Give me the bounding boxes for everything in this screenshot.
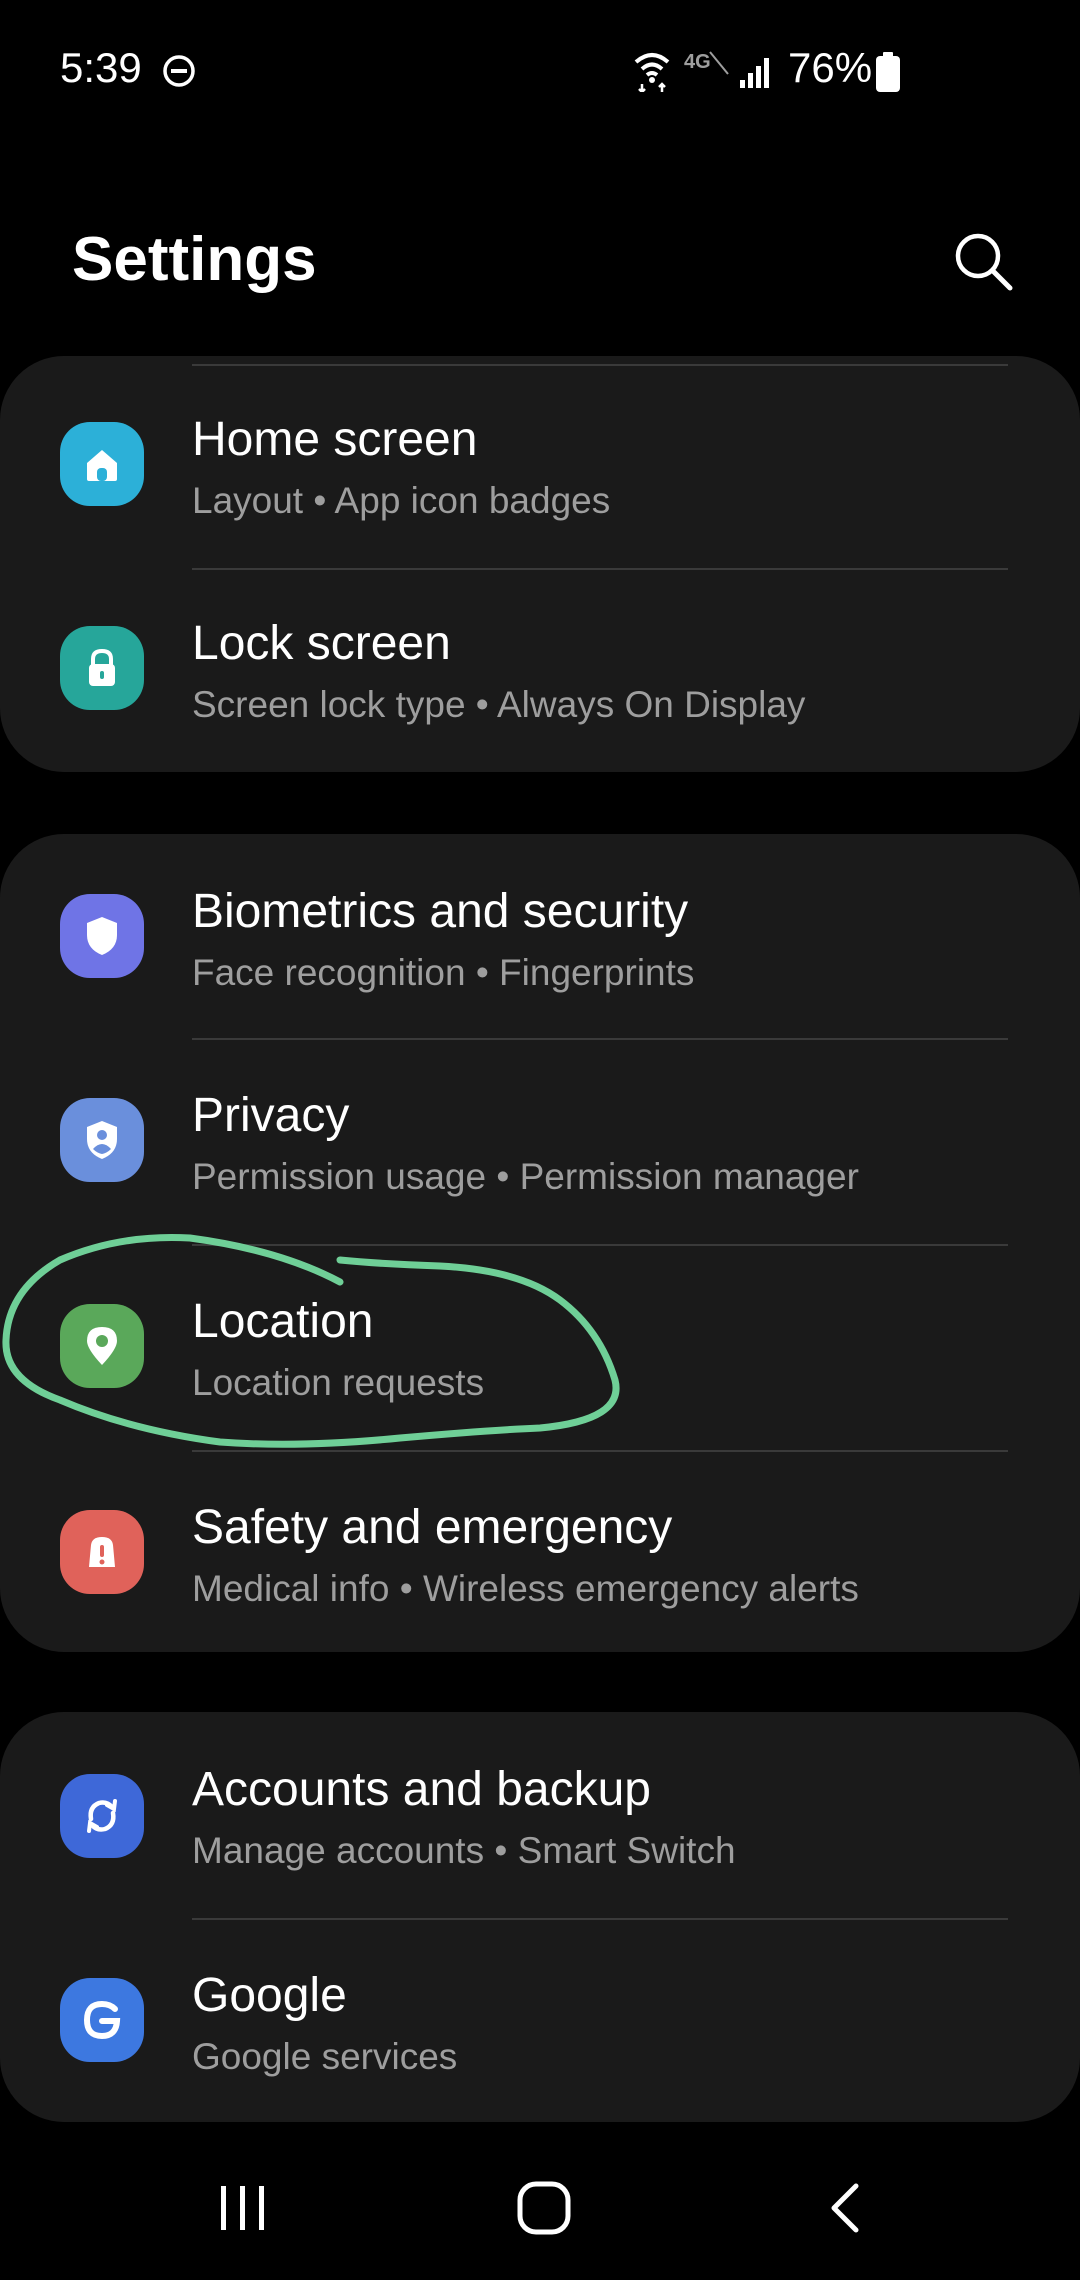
search-icon[interactable] [950, 228, 1016, 294]
settings-item-home-screen[interactable]: Home screen Layout • App icon badges [0, 356, 1080, 560]
settings-item-title: Google [192, 1969, 347, 2022]
settings-item-title: Location [192, 1295, 374, 1348]
back-icon[interactable] [820, 2180, 876, 2236]
battery-percent: 76% [788, 44, 873, 91]
home-icon [60, 422, 144, 506]
settings-card-display: Home screen Layout • App icon badges Loc… [0, 356, 1080, 772]
settings-card-security: Biometrics and security Face recognition… [0, 834, 1080, 1652]
status-bar: 5:39 4G 76% [0, 0, 1080, 140]
settings-item-lock-screen[interactable]: Lock screen Screen lock type • Always On… [0, 562, 1080, 766]
settings-item-subtitle: Medical info • Wireless emergency alerts [192, 1568, 859, 1609]
recents-icon[interactable] [215, 2180, 271, 2236]
home-button-icon[interactable] [514, 2178, 574, 2238]
settings-card-accounts: Accounts and backup Manage accounts • Sm… [0, 1712, 1080, 2122]
location-pin-icon [60, 1304, 144, 1388]
lock-icon [60, 626, 144, 710]
battery-icon [876, 52, 900, 92]
alert-icon [60, 1510, 144, 1594]
settings-item-accounts-backup[interactable]: Accounts and backup Manage accounts • Sm… [0, 1712, 1080, 1916]
sync-icon [60, 1774, 144, 1858]
settings-item-title: Lock screen [192, 617, 451, 670]
settings-item-title: Safety and emergency [192, 1501, 673, 1554]
page-title: Settings [72, 225, 317, 294]
settings-item-title: Biometrics and security [192, 885, 689, 938]
settings-item-subtitle: Screen lock type • Always On Display [192, 684, 806, 725]
settings-item-biometrics[interactable]: Biometrics and security Face recognition… [0, 834, 1080, 1038]
settings-item-title: Accounts and backup [192, 1763, 651, 1816]
settings-item-safety[interactable]: Safety and emergency Medical info • Wire… [0, 1452, 1080, 1656]
settings-item-subtitle: Google services [192, 2036, 458, 2077]
navigation-bar [0, 2140, 1080, 2280]
settings-item-subtitle: Layout • App icon badges [192, 480, 611, 521]
settings-item-subtitle: Manage accounts • Smart Switch [192, 1830, 736, 1871]
google-g-icon [60, 1978, 144, 2062]
signal-icon [740, 58, 769, 88]
shield-icon [60, 894, 144, 978]
wifi-icon [634, 53, 670, 92]
settings-item-title: Privacy [192, 1089, 350, 1142]
settings-item-location[interactable]: Location Location requests [0, 1246, 1080, 1450]
settings-item-privacy[interactable]: Privacy Permission usage • Permission ma… [0, 1040, 1080, 1244]
status-time: 5:39 [60, 44, 142, 91]
settings-item-title: Home screen [192, 413, 478, 466]
network-label: 4G [684, 51, 711, 73]
do-not-disturb-icon [163, 55, 195, 87]
settings-item-subtitle: Face recognition • Fingerprints [192, 952, 695, 993]
settings-item-subtitle: Location requests [192, 1362, 485, 1403]
settings-item-google[interactable]: Google Google services [0, 1918, 1080, 2122]
settings-item-subtitle: Permission usage • Permission manager [192, 1156, 859, 1197]
network-type-icon: 4G [684, 51, 729, 75]
privacy-shield-icon [60, 1098, 144, 1182]
